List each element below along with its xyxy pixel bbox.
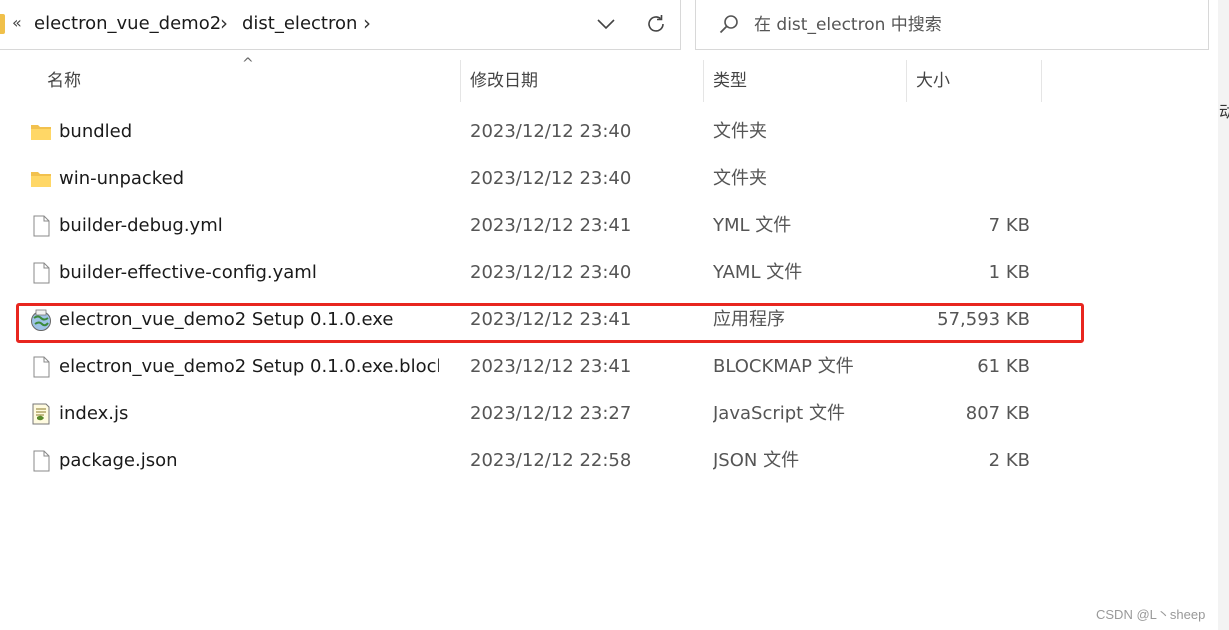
navigation-bar: « electron_vue_demo2 › dist_electron › <box>0 0 1229 52</box>
file-type: 文件夹 <box>713 168 767 189</box>
column-date-modified[interactable]: 修改日期 <box>470 60 538 102</box>
file-type: 应用程序 <box>713 309 785 330</box>
column-name[interactable]: 名称 <box>47 60 81 102</box>
search-input[interactable] <box>754 12 1194 38</box>
file-name: electron_vue_demo2 Setup 0.1.0.exe.block… <box>59 356 439 377</box>
file-name: win-unpacked <box>59 168 185 189</box>
file-size <box>880 155 1030 202</box>
file-row-selected[interactable]: electron_vue_demo2 Setup 0.1.0.exe 2023/… <box>0 296 1090 343</box>
adjacent-window-text: 动 <box>1219 102 1229 121</box>
chevron-down-icon <box>597 19 615 30</box>
file-row[interactable]: electron_vue_demo2 Setup 0.1.0.exe.block… <box>0 343 1090 390</box>
history-dropdown-button[interactable] <box>593 10 619 38</box>
search-box[interactable] <box>695 0 1209 50</box>
breadcrumb-overflow[interactable]: « <box>12 13 22 32</box>
file-size: 61 KB <box>977 356 1030 377</box>
file-size: 1 KB <box>988 262 1030 283</box>
column-divider[interactable] <box>703 60 704 102</box>
file-date: 2023/12/12 23:41 <box>470 215 632 236</box>
file-name: builder-effective-config.yaml <box>59 262 317 283</box>
file-name: package.json <box>59 450 178 471</box>
file-type: YAML 文件 <box>713 262 803 283</box>
file-date: 2023/12/12 22:58 <box>470 450 632 471</box>
file-icon <box>33 450 50 472</box>
file-row[interactable]: win-unpacked 2023/12/12 23:40 文件夹 <box>0 155 1090 202</box>
column-header: 名称 修改日期 类型 大小 <box>0 60 1042 102</box>
file-row[interactable]: package.json 2023/12/12 22:58 JSON 文件 2 … <box>0 437 1090 484</box>
file-date: 2023/12/12 23:27 <box>470 403 632 424</box>
file-icon <box>33 215 50 237</box>
file-size: 807 KB <box>965 403 1030 424</box>
refresh-button[interactable] <box>643 10 669 38</box>
column-size[interactable]: 大小 <box>916 60 950 102</box>
watermark: CSDN @L丶sheep <box>1096 607 1206 622</box>
breadcrumb-separator[interactable]: › <box>363 11 371 35</box>
column-divider[interactable] <box>906 60 907 102</box>
address-bar[interactable]: « electron_vue_demo2 › dist_electron › <box>0 0 681 50</box>
file-date: 2023/12/12 23:40 <box>470 262 632 283</box>
file-size: 7 KB <box>988 215 1030 236</box>
file-row[interactable]: builder-effective-config.yaml 2023/12/12… <box>0 249 1090 296</box>
breadcrumb-electron-vue-demo2[interactable]: electron_vue_demo2 <box>34 13 221 34</box>
file-date: 2023/12/12 23:40 <box>470 121 632 142</box>
file-size: 57,593 KB <box>937 309 1030 330</box>
folder-icon <box>0 14 5 34</box>
adjacent-window-edge <box>1218 0 1229 630</box>
file-row[interactable]: builder-debug.yml 2023/12/12 23:41 YML 文… <box>0 202 1090 249</box>
file-type: JSON 文件 <box>713 450 800 471</box>
file-name: bundled <box>59 121 133 142</box>
file-size: 2 KB <box>988 450 1030 471</box>
file-row[interactable]: index.js 2023/12/12 23:27 JavaScript 文件 … <box>0 390 1090 437</box>
installer-icon <box>31 309 51 331</box>
file-date: 2023/12/12 23:41 <box>470 309 632 330</box>
breadcrumb-dist-electron[interactable]: dist_electron <box>242 13 357 34</box>
script-file-icon <box>32 403 50 425</box>
file-date: 2023/12/12 23:41 <box>470 356 632 377</box>
folder-icon <box>31 172 51 187</box>
column-divider[interactable] <box>1041 60 1042 102</box>
file-type: BLOCKMAP 文件 <box>713 356 854 377</box>
file-type: 文件夹 <box>713 121 767 142</box>
file-row[interactable]: bundled 2023/12/12 23:40 文件夹 <box>0 108 1090 155</box>
file-icon <box>33 262 50 284</box>
file-size <box>880 108 1030 155</box>
column-type[interactable]: 类型 <box>713 60 747 102</box>
file-icon <box>33 356 50 378</box>
file-name: index.js <box>59 403 129 424</box>
file-name: builder-debug.yml <box>59 215 223 236</box>
column-divider[interactable] <box>460 60 461 102</box>
refresh-icon <box>648 15 664 32</box>
breadcrumb-separator[interactable]: › <box>220 11 228 35</box>
search-icon <box>719 15 738 34</box>
file-type: JavaScript 文件 <box>713 403 845 424</box>
file-name: electron_vue_demo2 Setup 0.1.0.exe <box>59 309 394 330</box>
file-type: YML 文件 <box>713 215 792 236</box>
folder-icon <box>31 125 51 140</box>
file-date: 2023/12/12 23:40 <box>470 168 632 189</box>
